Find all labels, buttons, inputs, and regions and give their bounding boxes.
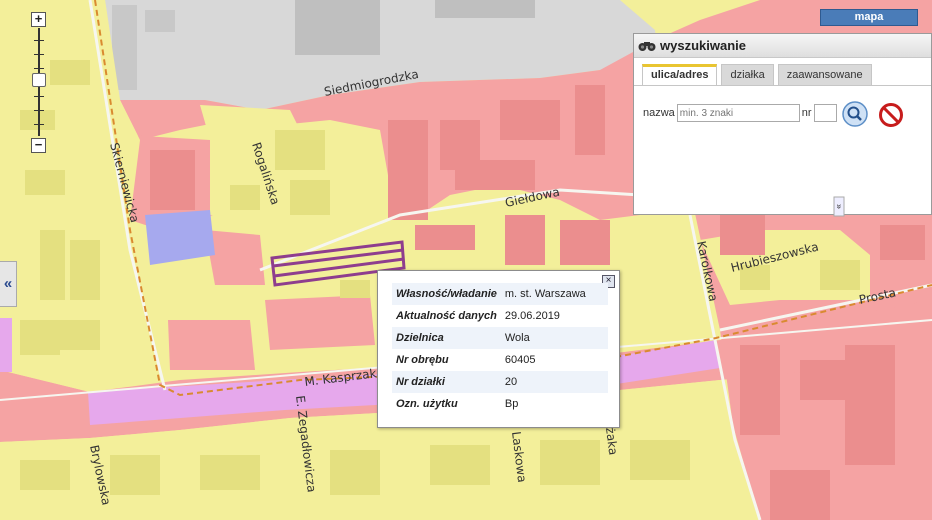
info-value: 20 xyxy=(500,371,608,393)
table-row: Ozn. użytku Bp xyxy=(392,393,608,415)
info-value: 29.06.2019 xyxy=(504,310,560,322)
table-row: Nr działki 20 xyxy=(392,371,608,393)
zoom-control: + − xyxy=(29,10,49,155)
info-key: Nr obrębu xyxy=(396,354,449,366)
zoom-tick xyxy=(34,124,44,125)
table-row: Nr obrębu 60405 xyxy=(392,349,608,371)
zoom-out-button[interactable]: − xyxy=(31,138,46,153)
zoom-tick xyxy=(34,96,44,97)
binoculars-icon xyxy=(638,41,656,51)
zoom-slider-thumb[interactable] xyxy=(32,73,46,87)
table-row: Dzielnica Wola xyxy=(392,327,608,349)
zoom-tick xyxy=(34,54,44,55)
info-key: Dzielnica xyxy=(392,327,501,349)
road-segment xyxy=(0,318,12,372)
building xyxy=(295,0,380,55)
info-value: Wola xyxy=(500,327,608,349)
tab-divider xyxy=(634,85,931,86)
zoom-tick xyxy=(34,68,44,69)
info-key: Ozn. użytku xyxy=(396,398,458,410)
parcel-info-popup: × Własność/władanie m. st. Warszawa Aktua… xyxy=(377,270,620,428)
search-tabs: ulica/adres działka zaawansowane xyxy=(642,64,876,86)
house-number-input[interactable] xyxy=(813,104,837,122)
table-row: Własność/władanie m. st. Warszawa xyxy=(392,283,608,305)
info-key: Nr działki xyxy=(392,371,501,393)
search-form-row: nazwa nr xyxy=(643,104,837,122)
commercial-zone xyxy=(205,230,265,285)
parcel-info-table: Własność/władanie m. st. Warszawa Aktualn… xyxy=(392,283,608,415)
tab-advanced[interactable]: zaawansowane xyxy=(777,64,872,86)
search-panel-title: wyszukiwanie xyxy=(660,38,746,53)
info-value: m. st. Warszawa xyxy=(500,283,608,305)
search-panel-header: wyszukiwanie xyxy=(634,34,931,58)
tab-street-address[interactable]: ulica/adres xyxy=(642,64,718,86)
table-row: Aktualność danych 29.06.2019 xyxy=(392,305,608,327)
map-layer-button[interactable]: mapa xyxy=(820,9,918,26)
commercial-zone xyxy=(265,295,375,350)
commercial-zone xyxy=(168,320,255,370)
tab-parcel[interactable]: działka xyxy=(721,64,774,86)
nr-label: nr xyxy=(801,107,812,119)
search-button[interactable] xyxy=(842,101,868,127)
zoom-in-button[interactable]: + xyxy=(31,12,46,27)
street-name-input[interactable] xyxy=(676,104,800,122)
side-panel-toggle[interactable]: « xyxy=(0,261,17,307)
building xyxy=(435,0,535,18)
zoom-tick xyxy=(34,110,44,111)
zoom-tick xyxy=(34,40,44,41)
info-key: Aktualność danych xyxy=(396,310,497,322)
search-panel: wyszukiwanie ulica/adres działka zaawans… xyxy=(633,33,932,217)
name-label: nazwa xyxy=(643,107,675,119)
clear-button[interactable] xyxy=(878,102,904,128)
info-key: Własność/władanie xyxy=(392,283,501,305)
collapse-panel-button[interactable]: » xyxy=(833,196,845,217)
info-value: Bp xyxy=(504,398,519,410)
info-value: 60405 xyxy=(504,354,536,366)
building xyxy=(145,10,175,32)
